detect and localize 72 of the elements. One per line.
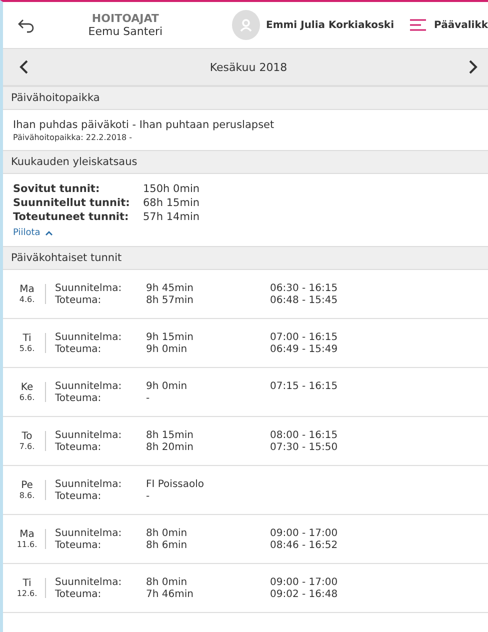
plan-label: Suunnitelma: xyxy=(55,430,123,440)
plan-time: 06:30 - 16:15 xyxy=(270,282,339,294)
date: 11.6. xyxy=(16,540,38,549)
actual-duration: 8h 6min xyxy=(146,540,188,550)
weekday: Ma xyxy=(20,284,34,295)
date: 5.6. xyxy=(19,344,35,353)
plan-duration: 9h 45min xyxy=(146,282,194,294)
overview-value: 68h 15min xyxy=(143,197,200,209)
actual-time: 06:48 - 15:45 xyxy=(270,294,339,306)
daycare-period: Päivähoitopaikka: 22.2.2018 - xyxy=(13,133,134,142)
date: 12.6. xyxy=(16,589,38,598)
section-heading: Kuukauden yleiskatsaus xyxy=(3,150,488,174)
actual-label: Toteuma: xyxy=(55,490,102,502)
section-heading: Päivähoitopaikka xyxy=(3,86,488,110)
plan-duration: FI Poissaolo xyxy=(146,478,206,490)
actual-duration: 9h 0min xyxy=(146,344,188,354)
main-menu-button[interactable]: Päävalikk xyxy=(410,19,488,31)
plan-label: Suunnitelma: xyxy=(55,380,123,392)
plan-label: Suunnitelma: xyxy=(55,282,123,294)
plan-label: Suunnitelma: xyxy=(55,576,123,588)
date: 8.6. xyxy=(19,491,35,500)
weekday: To xyxy=(22,431,32,442)
actual-duration: 7h 46min xyxy=(146,588,194,600)
date: 6.6. xyxy=(19,393,35,402)
plan-time: 08:00 - 16:15 xyxy=(270,430,339,440)
actual-label: Toteuma: xyxy=(55,392,102,404)
weekday: Ti xyxy=(22,578,32,589)
daycare-name: Ihan puhdas päiväkoti - Ihan puhtaan peruslapset xyxy=(13,119,276,131)
hide-toggle[interactable]: Piilota xyxy=(13,228,54,238)
plan-duration: 9h 15min xyxy=(146,332,194,342)
plan-time: 07:00 - 16:15 xyxy=(270,332,339,342)
overview-label: Sovitut tunnit: xyxy=(13,183,101,195)
weekday: Pe xyxy=(21,480,33,491)
plan-time: 07:15 - 16:15 xyxy=(270,380,339,392)
actual-label: Toteuma: xyxy=(55,540,102,550)
weekday: Ke xyxy=(20,382,34,393)
weekday: Ma xyxy=(20,529,34,540)
plan-label: Suunnitelma: xyxy=(55,332,123,342)
section-heading: Päiväkohtaiset tunnit xyxy=(3,246,488,270)
actual-duration: - xyxy=(146,490,151,502)
actual-label: Toteuma: xyxy=(55,442,102,452)
user-name[interactable]: Emmi Julia Korkiakoski xyxy=(266,20,394,30)
actual-duration: 8h 20min xyxy=(146,442,194,452)
overview-value: 57h 14min xyxy=(143,211,200,223)
month-label: Kesäkuu 2018 xyxy=(210,60,288,74)
plan-duration: 9h 0min xyxy=(146,380,188,392)
overview-value: 150h 0min xyxy=(143,183,200,195)
overview-label: Suunnitellut tunnit: xyxy=(13,197,131,209)
date: 4.6. xyxy=(19,295,35,304)
menu-icon[interactable] xyxy=(410,19,426,31)
plan-label: Suunnitelma: xyxy=(55,478,123,490)
page-title: HOITOAJAT xyxy=(92,12,159,25)
actual-time: 09:02 - 16:48 xyxy=(270,588,339,600)
actual-label: Toteuma: xyxy=(55,344,102,354)
overview-label: Toteutuneet tunnit: xyxy=(13,211,130,223)
plan-time: 09:00 - 17:00 xyxy=(270,576,339,588)
actual-duration: - xyxy=(146,392,151,404)
child-name: Eemu Santeri xyxy=(88,25,163,38)
actual-label: Toteuma: xyxy=(55,588,102,600)
actual-duration: 8h 57min xyxy=(146,294,194,306)
plan-time: 09:00 - 17:00 xyxy=(270,528,339,538)
date: 7.6. xyxy=(19,442,35,451)
actual-label: Toteuma: xyxy=(55,294,102,306)
plan-duration: 8h 0min xyxy=(146,528,188,538)
chevron-icon[interactable] xyxy=(45,230,54,236)
plan-duration: 8h 0min xyxy=(146,576,188,588)
actual-time: 07:30 - 15:50 xyxy=(270,442,339,452)
actual-time: 08:46 - 16:52 xyxy=(270,540,339,550)
plan-label: Suunnitelma: xyxy=(55,528,123,538)
plan-duration: 8h 15min xyxy=(146,430,194,440)
actual-time: 06:49 - 15:49 xyxy=(270,344,339,354)
weekday: Ti xyxy=(22,333,32,344)
